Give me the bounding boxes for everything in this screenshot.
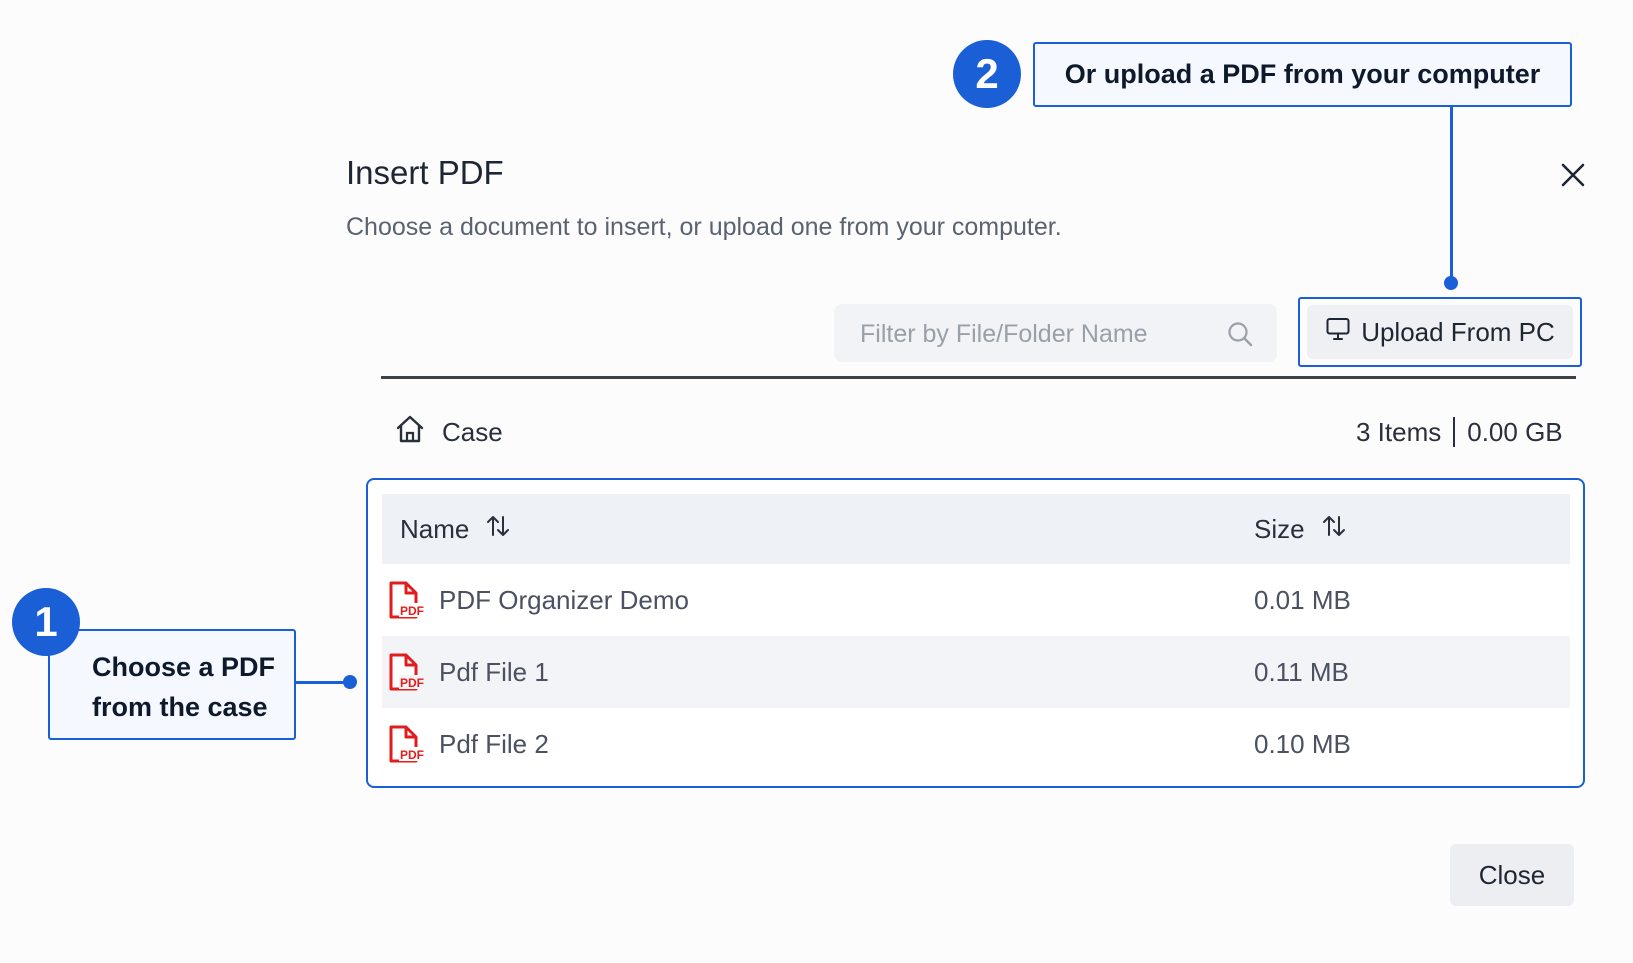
step-2-connector-dot xyxy=(1444,276,1458,290)
column-label-size: Size xyxy=(1254,513,1305,544)
total-size: 0.00 GB xyxy=(1467,416,1563,447)
file-name: PDF Organizer Demo xyxy=(439,584,689,615)
step-2-number: 2 xyxy=(975,50,999,97)
svg-text:PDF: PDF xyxy=(400,604,424,618)
column-label-name: Name xyxy=(400,513,470,544)
table-header: Name Size xyxy=(382,494,1570,564)
filter-field xyxy=(834,304,1277,364)
search-icon[interactable] xyxy=(1226,320,1254,353)
close-button[interactable]: Close xyxy=(1450,844,1574,906)
item-count: 3 Items xyxy=(1356,416,1442,447)
table-row[interactable]: PDF Pdf File 2 0.10 MB xyxy=(382,708,1570,780)
step-1-callout-line2: from the case xyxy=(92,692,268,722)
home-icon xyxy=(394,413,426,452)
close-button-label: Close xyxy=(1478,859,1546,890)
file-size: 0.11 MB xyxy=(1254,656,1349,687)
monitor-icon xyxy=(1325,316,1351,349)
stats-separator xyxy=(1453,417,1456,447)
column-header-name[interactable]: Name xyxy=(400,513,511,546)
filter-input[interactable] xyxy=(858,304,1202,364)
svg-text:PDF: PDF xyxy=(400,676,424,690)
table-row[interactable]: PDF Pdf File 1 0.11 MB xyxy=(382,636,1570,708)
close-icon[interactable] xyxy=(1556,158,1590,192)
step-1-callout: Choose a PDF from the case xyxy=(48,629,296,740)
step-2-callout: Or upload a PDF from your computer xyxy=(1033,42,1572,107)
step-2-badge: 2 xyxy=(953,40,1021,108)
step-1-connector xyxy=(296,681,350,684)
toolbar-divider xyxy=(381,376,1576,379)
dialog-title: Insert PDF xyxy=(346,154,504,191)
pdf-file-icon: PDF xyxy=(387,724,425,771)
upload-from-pc-button[interactable]: Upload From PC xyxy=(1307,305,1573,359)
step-1-callout-line1: Choose a PDF xyxy=(92,652,276,682)
upload-button-label: Upload From PC xyxy=(1361,316,1555,347)
column-header-size[interactable]: Size xyxy=(1254,513,1347,546)
sort-icon[interactable] xyxy=(1321,513,1347,546)
pdf-file-icon: PDF xyxy=(387,580,425,627)
step-1-number: 1 xyxy=(34,598,58,645)
item-stats: 3 Items 0.00 GB xyxy=(1356,414,1563,450)
table-row[interactable]: PDF PDF Organizer Demo 0.01 MB xyxy=(382,564,1570,636)
svg-text:PDF: PDF xyxy=(400,748,424,762)
pdf-file-icon: PDF xyxy=(387,652,425,699)
step-1-badge: 1 xyxy=(12,588,80,656)
file-name: Pdf File 1 xyxy=(439,656,549,687)
dialog-subtitle: Choose a document to insert, or upload o… xyxy=(346,213,1062,241)
step-2-connector xyxy=(1450,107,1453,283)
step-1-connector-dot xyxy=(343,675,357,689)
file-size: 0.10 MB xyxy=(1254,728,1351,759)
file-size: 0.01 MB xyxy=(1254,584,1351,615)
breadcrumb-label: Case xyxy=(442,416,503,447)
file-table: Name Size PDF PDF Organizer Demo 0.01 MB… xyxy=(366,478,1585,788)
upload-highlight-frame: Upload From PC xyxy=(1298,297,1582,367)
breadcrumb[interactable]: Case xyxy=(394,414,503,450)
file-name: Pdf File 2 xyxy=(439,728,549,759)
step-2-callout-text: Or upload a PDF from your computer xyxy=(1064,59,1541,89)
sort-icon[interactable] xyxy=(485,513,511,546)
